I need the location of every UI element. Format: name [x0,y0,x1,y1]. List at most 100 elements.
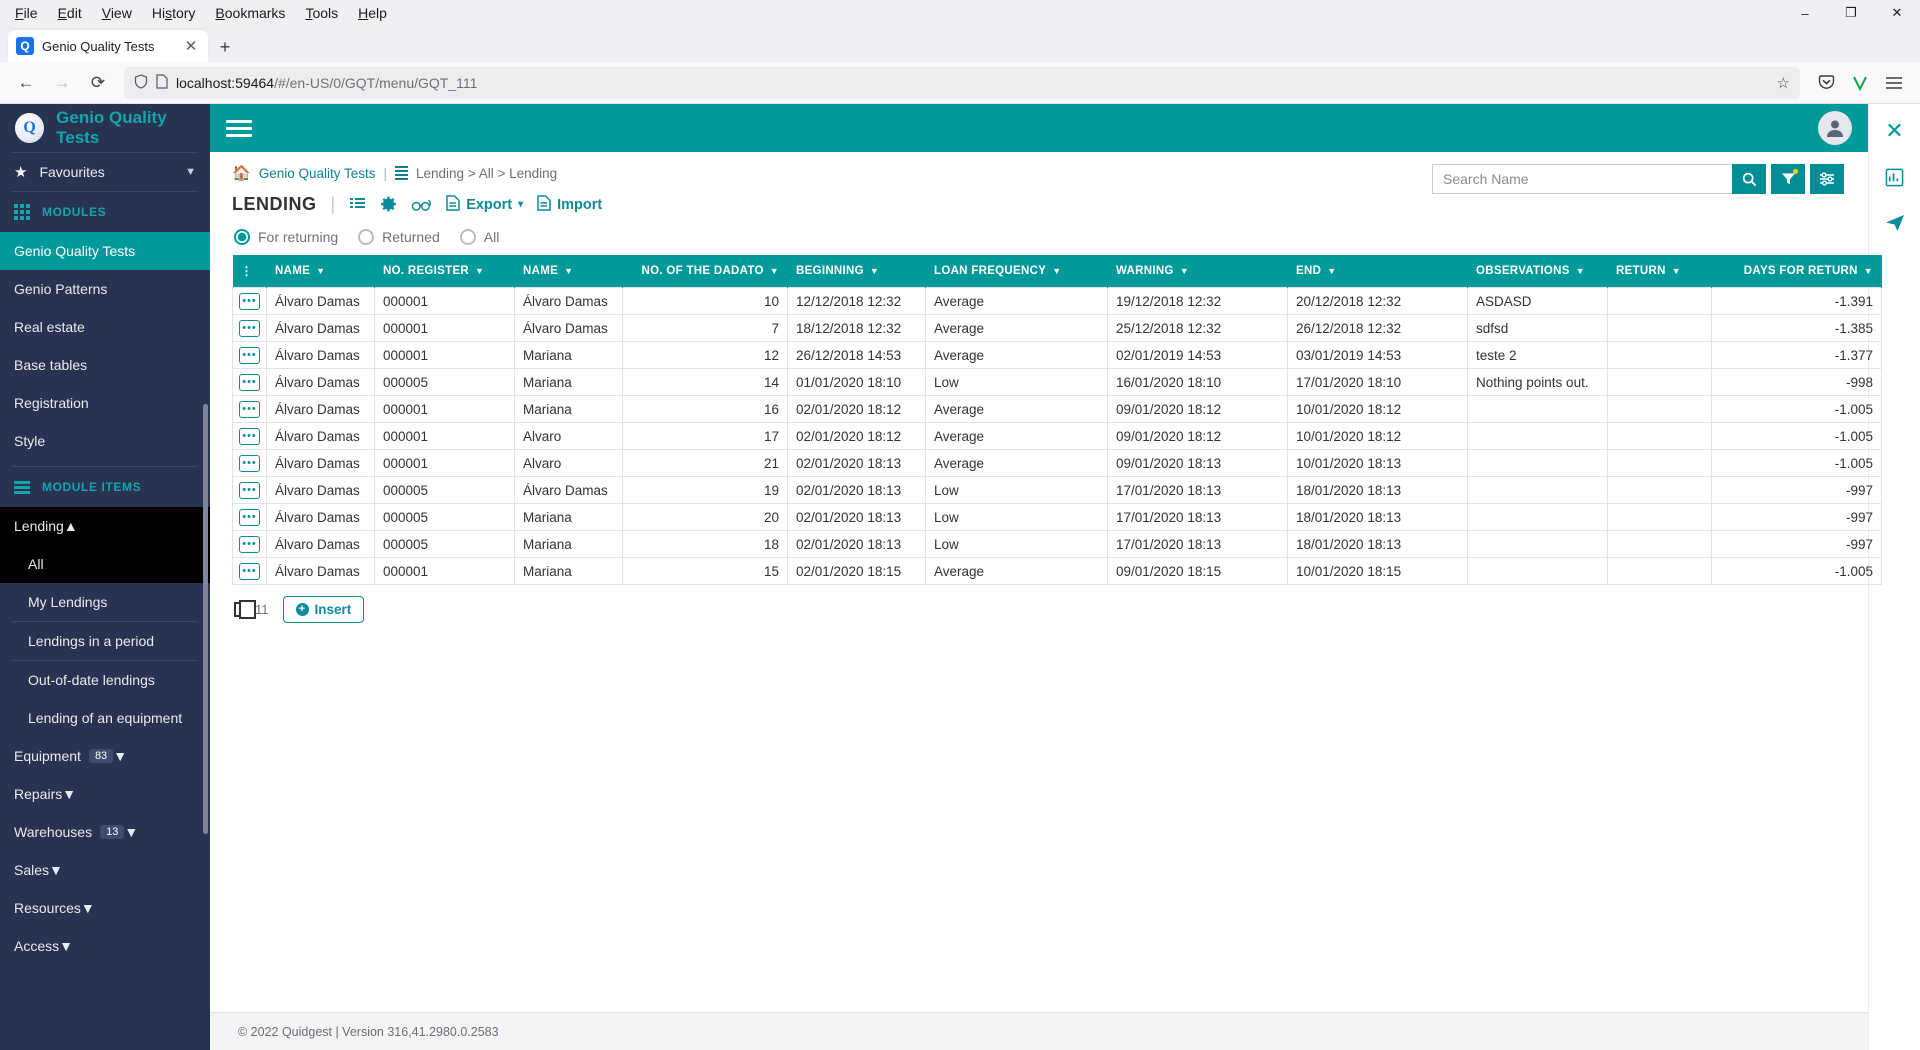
row-options-button[interactable]: ••• [239,292,260,310]
chevron-down-icon[interactable]: ▼ [1576,266,1585,276]
chevron-down-icon[interactable]: ▼ [770,266,779,276]
window-minimize-button[interactable]: – [1782,0,1828,26]
menu-history[interactable]: History [143,2,205,24]
row-options-cell[interactable]: ••• [232,341,267,369]
table-row[interactable]: ••• Álvaro Damas 000005 Mariana 20 02/01/2020… [232,503,1882,531]
row-options-button[interactable]: ••• [239,346,260,364]
radio-for-returning[interactable]: For returning [234,229,338,245]
table-row[interactable]: ••• Álvaro Damas 000001 Alvaro 17 02/01/2020 … [232,422,1882,450]
row-options-cell[interactable]: ••• [232,314,267,342]
search-button[interactable] [1732,164,1766,194]
sidebar-item-repairs[interactable]: Repairs ▼ [0,775,210,813]
window-close-button[interactable]: ✕ [1874,0,1920,26]
back-button[interactable]: ← [10,67,42,99]
row-options-header-icon[interactable]: ⋮ [241,264,253,278]
row-options-cell[interactable]: ••• [232,557,267,585]
chevron-down-icon[interactable]: ▼ [1864,266,1873,276]
table-row[interactable]: ••• Álvaro Damas 000001 Alvaro 21 02/01/2020 … [232,449,1882,477]
column-header-end[interactable]: END ▼ [1287,255,1468,288]
list-view-icon[interactable] [349,197,366,212]
column-header-name1[interactable]: NAME ▼ [266,255,375,288]
row-options-button[interactable]: ••• [239,535,260,553]
row-options-cell[interactable]: ••• [232,503,267,531]
home-icon[interactable]: 🏠 [232,164,251,182]
row-options-button[interactable]: ••• [239,454,260,472]
row-options-button[interactable]: ••• [239,481,260,499]
table-row[interactable]: ••• Álvaro Damas 000001 Álvaro Damas 10 12/12… [232,287,1882,315]
column-header-beginning[interactable]: BEGINNING ▼ [787,255,926,288]
reload-button[interactable]: ⟳ [82,67,114,99]
row-options-button[interactable]: ••• [239,508,260,526]
brand[interactable]: Q Genio Quality Tests [0,104,210,152]
menu-tools[interactable]: Tools [296,2,347,24]
export-button[interactable]: Export ▾ [446,194,523,215]
row-options-button[interactable]: ••• [239,562,260,580]
sidebar-item-lendings-in-a-period[interactable]: Lendings in a period [0,622,210,660]
column-header-name2[interactable]: NAME ▼ [514,255,623,288]
chevron-up-icon[interactable]: ▲ [64,518,78,534]
search-input[interactable] [1432,164,1732,194]
table-row[interactable]: ••• Álvaro Damas 000001 Mariana 15 02/01/2020… [232,557,1882,585]
menu-help[interactable]: Help [349,2,396,24]
app-menu-icon[interactable] [1878,67,1910,99]
radio-circle-icon[interactable] [234,229,250,245]
row-options-button[interactable]: ••• [239,373,260,391]
menu-bookmarks[interactable]: Bookmarks [206,2,294,24]
chevron-down-icon[interactable]: ▼ [870,266,879,276]
bookmark-star-icon[interactable]: ☆ [1777,74,1790,92]
sidebar-item-warehouses[interactable]: Warehouses 13 ▼ [0,813,210,851]
sidebar-item-out-of-date-lendings[interactable]: Out-of-date lendings [0,661,210,699]
chevron-down-icon[interactable]: ▼ [62,786,76,802]
sidebar-item-favourites[interactable]: ★ Favourites ▼ [0,153,210,191]
row-options-cell[interactable]: ••• [232,422,267,450]
menu-file[interactable]: File [6,2,47,24]
sidebar-module-genio-patterns[interactable]: Genio Patterns [0,270,210,308]
sidebar-item-access[interactable]: Access ▼ [0,927,210,965]
row-options-button[interactable]: ••• [239,427,260,445]
radio-circle-icon[interactable] [358,229,375,245]
table-row[interactable]: ••• Álvaro Damas 000005 Mariana 14 01/01/2020… [232,368,1882,396]
row-options-cell[interactable]: ••• [232,449,267,477]
url-bar[interactable]: localhost:59464/#/en-US/0/GQT/menu/GQT_1… [124,66,1800,99]
pocket-icon[interactable] [1810,67,1842,99]
chevron-down-icon[interactable]: ▼ [475,266,484,276]
settings-button[interactable] [1810,164,1844,194]
new-tab-button[interactable]: + [210,32,240,62]
sidebar-module-style[interactable]: Style [0,422,210,460]
column-header-frequency[interactable]: LOAN FREQUENCY ▼ [925,255,1108,288]
row-options-cell[interactable]: ••• [232,368,267,396]
radio-all[interactable]: All [459,229,499,245]
column-header-days[interactable]: DAYS FOR RETURN ▼ [1711,255,1882,288]
table-row[interactable]: ••• Álvaro Damas 000001 Mariana 16 02/01/2020… [232,395,1882,423]
chevron-down-icon[interactable]: ▼ [564,266,573,276]
sidebar-item-lending[interactable]: Lending ▲ [0,507,210,545]
gear-icon[interactable] [380,196,397,213]
menu-view[interactable]: View [93,2,141,24]
chevron-down-icon[interactable]: ▼ [1327,266,1336,276]
hamburger-icon[interactable] [226,119,252,137]
radio-circle-icon[interactable] [459,229,476,245]
table-row[interactable]: ••• Álvaro Damas 000001 Mariana 12 26/12/2018… [232,341,1882,369]
filter-button[interactable] [1771,164,1805,194]
sidebar-scrollbar[interactable] [203,404,208,834]
chevron-down-icon[interactable]: ▼ [81,900,95,916]
sidebar-module-registration[interactable]: Registration [0,384,210,422]
row-options-cell[interactable]: ••• [232,530,267,558]
chevron-down-icon[interactable]: ▼ [49,862,63,878]
send-icon[interactable] [1880,210,1910,236]
breadcrumb-home-link[interactable]: Genio Quality Tests [259,166,376,181]
close-icon[interactable]: ✕ [1880,118,1910,144]
glasses-icon[interactable] [411,198,432,212]
sidebar-module-genio-quality-tests[interactable]: Genio Quality Tests [0,232,210,270]
chevron-down-icon[interactable]: ▼ [124,824,138,840]
avatar[interactable] [1818,111,1852,145]
row-options-cell[interactable]: ••• [232,395,267,423]
sidebar-item-all[interactable]: All [0,545,210,583]
window-maximize-button[interactable]: ❐ [1828,0,1874,26]
sidebar-item-my-lendings[interactable]: My Lendings [0,583,210,621]
account-icon[interactable] [1844,67,1876,99]
table-row[interactable]: ••• Álvaro Damas 000005 Álvaro Damas 19 02/01… [232,476,1882,504]
chevron-down-icon[interactable]: ▼ [1672,266,1681,276]
chart-icon[interactable] [1880,164,1910,190]
sidebar-module-real-estate[interactable]: Real estate [0,308,210,346]
